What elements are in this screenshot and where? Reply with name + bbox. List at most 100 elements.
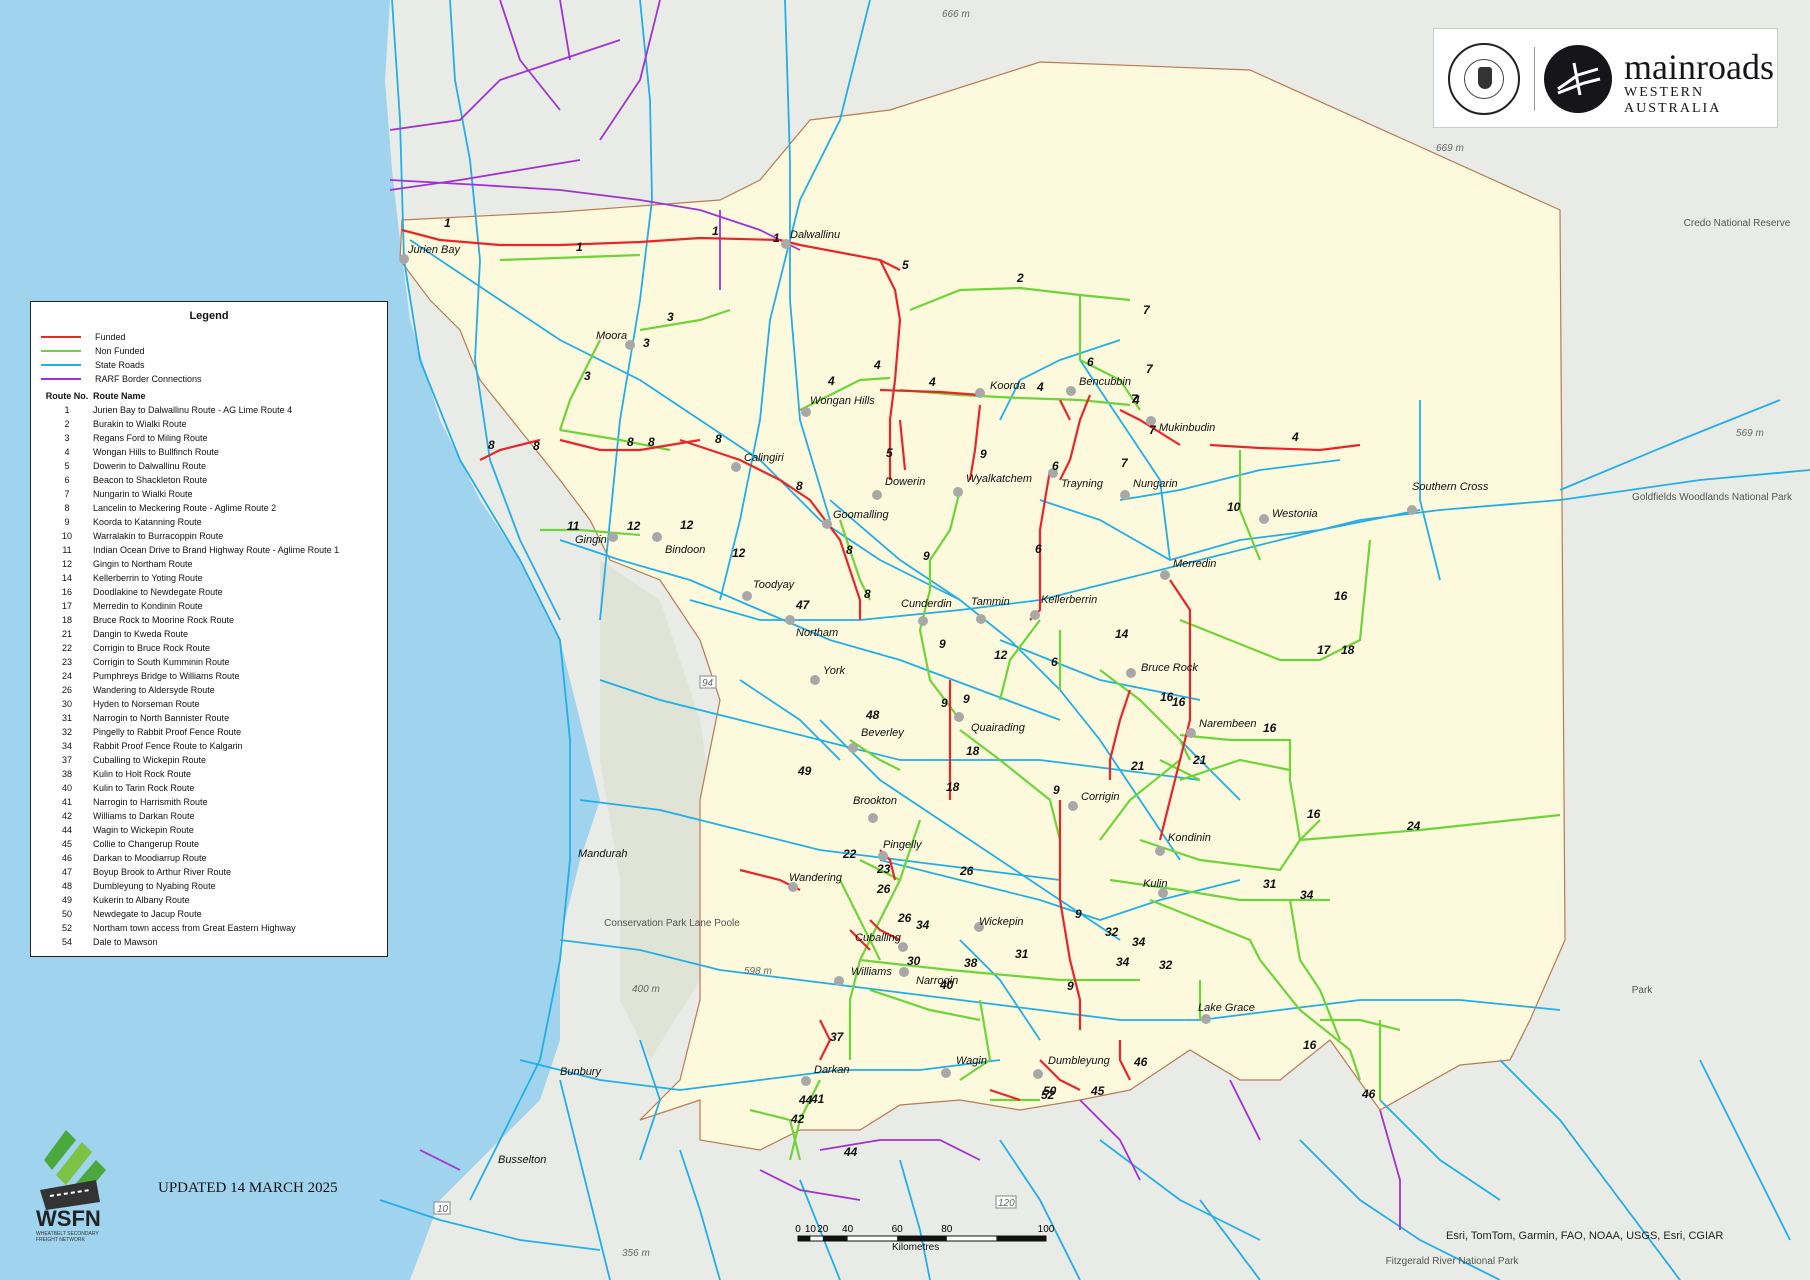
route-number: 9: [1053, 783, 1060, 797]
town-marker[interactable]: [652, 532, 662, 542]
legend-route-name: Hyden to Norseman Route: [93, 699, 200, 709]
town-marker[interactable]: [1033, 1069, 1043, 1079]
legend-route-name: Pingelly to Rabbit Proof Fence Route: [93, 727, 242, 737]
town-marker[interactable]: [941, 1068, 951, 1078]
legend-route-name: Jurien Bay to Dalwallinu Route - AG Lime…: [93, 405, 293, 415]
town-marker[interactable]: [1155, 846, 1165, 856]
town-marker[interactable]: [868, 813, 878, 823]
scale-tick-label: 60: [892, 1224, 904, 1235]
legend-route-name: Koorda to Katanning Route: [93, 517, 202, 527]
town-marker[interactable]: [801, 407, 811, 417]
legend-route-row: 18 Bruce Rock to Moorine Rock Route: [41, 613, 377, 627]
town-marker[interactable]: [1126, 668, 1136, 678]
town-marker[interactable]: [878, 851, 888, 861]
svg-text:94: 94: [702, 678, 714, 689]
wsfn-subtitle: WHEATBELT SECONDARY FREIGHT NETWORK: [36, 1231, 99, 1243]
town-label: Darkan: [814, 1064, 849, 1076]
government-seal-icon: [1448, 43, 1520, 115]
legend-symbol: Non Funded: [41, 344, 377, 358]
town-marker[interactable]: [918, 616, 928, 626]
legend-route-no: 41: [61, 797, 72, 807]
legend-route-no: 23: [61, 657, 72, 667]
legend-route-row: 54 Dale to Mawson: [41, 935, 377, 949]
town-label: Beverley: [861, 727, 905, 739]
town-marker[interactable]: [742, 591, 752, 601]
legend-route-row: 26 Wandering to Aldersyde Route: [41, 683, 377, 697]
town-marker[interactable]: [976, 614, 986, 624]
town-marker[interactable]: [801, 1076, 811, 1086]
legend-symbols: Funded Non Funded State Roads RARF Border C…: [41, 330, 377, 386]
town-label: Goomalling: [833, 509, 890, 521]
legend-route-row: 40 Kulin to Tarin Rock Route: [41, 781, 377, 795]
route-number: 8: [488, 438, 495, 452]
town-marker[interactable]: [1407, 505, 1417, 515]
town-marker[interactable]: [810, 675, 820, 685]
town-label: Bindoon: [665, 544, 705, 556]
legend-route-no: 14: [61, 573, 72, 583]
town-marker[interactable]: [1259, 514, 1269, 524]
town-marker[interactable]: [834, 976, 844, 986]
town-marker[interactable]: [608, 532, 618, 542]
town-label: Calingiri: [744, 452, 784, 464]
town-marker[interactable]: [1120, 490, 1130, 500]
route-number: 18: [946, 780, 960, 794]
town-label: Dowerin: [885, 476, 925, 488]
town-marker[interactable]: [822, 519, 832, 529]
route-number: 21: [1130, 759, 1145, 773]
town-marker[interactable]: [1030, 610, 1040, 620]
route-number: 22: [842, 847, 857, 861]
town-marker[interactable]: [785, 615, 795, 625]
route-number: 6: [1035, 542, 1042, 556]
town-marker[interactable]: [1201, 1014, 1211, 1024]
route-number: 6: [1052, 459, 1059, 473]
town-marker[interactable]: [953, 487, 963, 497]
legend-route-row: 44 Wagin to Wickepin Route: [41, 823, 377, 837]
town-marker[interactable]: [1160, 570, 1170, 580]
route-number: 31: [1263, 877, 1277, 891]
town-label: Westonia: [1272, 508, 1318, 520]
town-marker[interactable]: [848, 743, 858, 753]
town-marker[interactable]: [975, 388, 985, 398]
town-marker[interactable]: [872, 490, 882, 500]
svg-text:10: 10: [437, 1204, 449, 1215]
town-label: Kellerberrin: [1041, 594, 1097, 606]
legend-route-no: 3: [64, 433, 70, 443]
town-marker[interactable]: [1066, 386, 1076, 396]
town-label: Toodyay: [753, 579, 796, 591]
legend-route-row: 37 Cuballing to Wickepin Route: [41, 753, 377, 767]
legend-route-name: Wagin to Wickepin Route: [93, 825, 194, 835]
legend-symbol-label: RARF Border Connections: [95, 374, 202, 384]
legend-route-row: 4 Wongan Hills to Bullfinch Route: [41, 445, 377, 459]
mainroads-wordmark: mainroads WESTERN AUSTRALIA: [1624, 47, 1774, 116]
town-marker[interactable]: [899, 967, 909, 977]
route-number: 12: [627, 519, 641, 533]
legend-route-no: 9: [64, 517, 70, 527]
legend-route-name: Corrigin to South Kumminin Route: [93, 657, 230, 667]
scale-tick-label: 80: [941, 1224, 953, 1235]
legend-route-row: 46 Darkan to Moodiarrup Route: [41, 851, 377, 865]
legend-route-row: 48 Dumbleyung to Nyabing Route: [41, 879, 377, 893]
route-number: 9: [939, 637, 946, 651]
route-number: 10: [1227, 500, 1241, 514]
town-marker[interactable]: [1068, 801, 1078, 811]
town-label: Cuballing: [855, 932, 902, 944]
legend-symbol-label: Non Funded: [95, 346, 145, 356]
route-number: 1: [712, 224, 719, 238]
town-marker[interactable]: [731, 462, 741, 472]
legend-route-row: 22 Corrigin to Bruce Rock Route: [41, 641, 377, 655]
route-number: 5: [886, 446, 893, 460]
route-number: 21: [1192, 753, 1207, 767]
legend-route-row: 3 Regans Ford to Miling Route: [41, 431, 377, 445]
town-marker[interactable]: [1186, 728, 1196, 738]
legend-col-route-no: Route No.: [45, 391, 89, 401]
scale-tick-label: 100: [1038, 1224, 1054, 1235]
legend-route-row: 7 Nungarin to Wialki Route: [41, 487, 377, 501]
legend-route-name: Doodlakine to Newdegate Route: [93, 587, 223, 597]
route-number: 18: [966, 744, 980, 758]
legend-route-name: Dumbleyung to Nyabing Route: [93, 881, 216, 891]
legend-route-no: 50: [61, 909, 72, 919]
legend-symbol-label: State Roads: [95, 360, 145, 370]
mainroads-logo-icon: [1544, 45, 1612, 113]
town-marker[interactable]: [954, 712, 964, 722]
route-number: 44: [843, 1145, 858, 1159]
